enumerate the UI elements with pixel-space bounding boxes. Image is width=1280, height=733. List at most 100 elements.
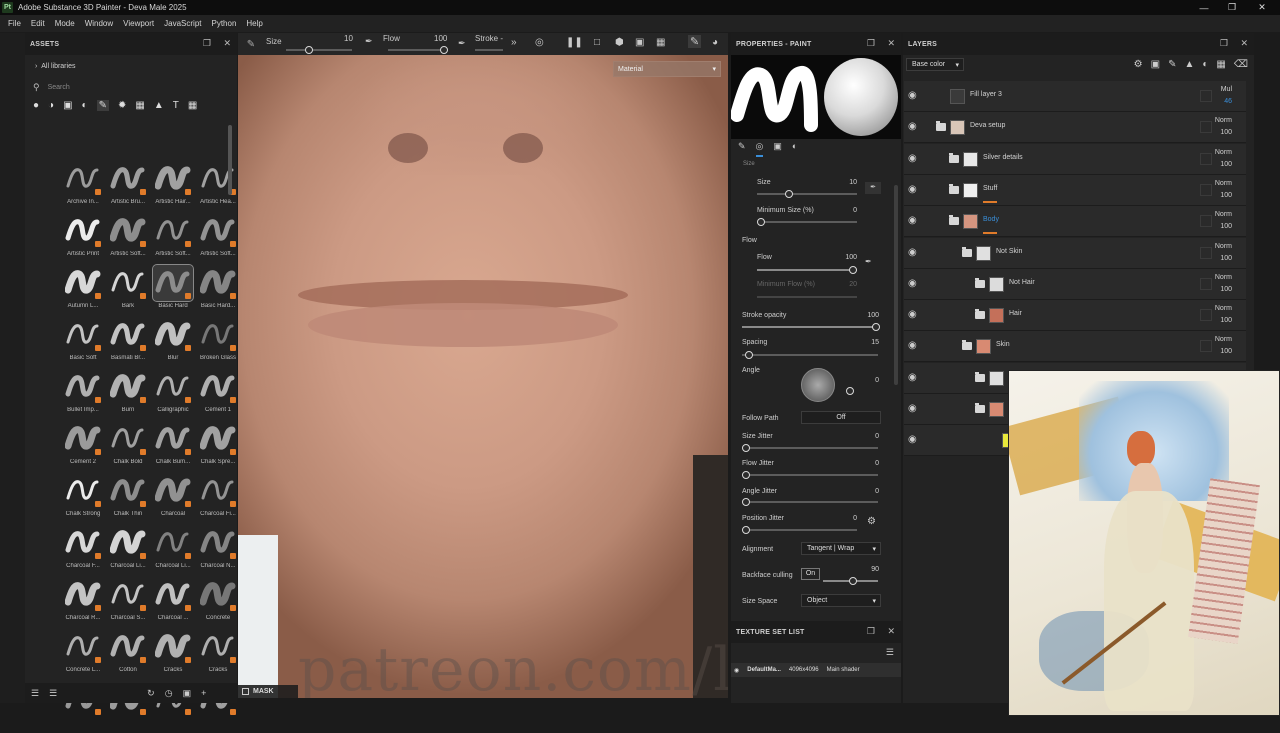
- mask-toggle[interactable]: MASK: [238, 685, 298, 698]
- add-folder-icon[interactable]: ▦: [1216, 59, 1225, 70]
- add-paint-layer-icon[interactable]: ✎: [1168, 59, 1176, 70]
- brush-asset-tile[interactable]: Cotton: [105, 629, 151, 681]
- properties-scrollbar[interactable]: [894, 185, 898, 385]
- layer-mask-slot[interactable]: [1200, 340, 1212, 353]
- brush-filter-icon[interactable]: ✎: [96, 99, 109, 111]
- eye-icon[interactable]: ◉: [908, 278, 920, 290]
- restore-icon[interactable]: ❐: [1216, 0, 1248, 15]
- eye-icon[interactable]: ◉: [908, 340, 920, 352]
- environment-filter-icon[interactable]: ▲: [154, 100, 164, 111]
- layer-mask-slot[interactable]: [1200, 183, 1212, 196]
- flow-slider[interactable]: [388, 49, 448, 51]
- angle-dial[interactable]: [801, 368, 835, 402]
- flow-prop-knob[interactable]: [849, 266, 857, 274]
- position-jitter-knob[interactable]: [742, 526, 750, 534]
- layer-row[interactable]: ◉ Stuff Norm 100: [904, 174, 1246, 206]
- screenshot-icon[interactable]: ◕: [712, 37, 718, 48]
- layer-row[interactable]: ◉ Not Hair Norm 100: [904, 268, 1246, 300]
- folder-icon[interactable]: [949, 183, 959, 194]
- brush-asset-tile[interactable]: Charcoal N...: [195, 525, 241, 577]
- brush-asset-tile[interactable]: Bullet Imp...: [60, 369, 106, 421]
- search-input[interactable]: Search: [48, 84, 70, 91]
- brush-asset-tile[interactable]: Artistic Print: [60, 213, 106, 265]
- add-effect-icon[interactable]: ⚙: [1134, 59, 1143, 70]
- jitter-settings-icon[interactable]: ⚙: [867, 516, 876, 527]
- brush-asset-tile[interactable]: Chalk Spre...: [195, 421, 241, 473]
- brush-asset-tile[interactable]: Burn: [105, 369, 151, 421]
- filter-icon[interactable]: ◐: [82, 100, 88, 111]
- eye-icon[interactable]: ◉: [908, 90, 920, 102]
- libraries-breadcrumb[interactable]: › All libraries: [35, 63, 75, 70]
- brush-asset-tile[interactable]: Cracks: [195, 629, 241, 681]
- folder-icon[interactable]: [936, 121, 946, 132]
- alpha-tab-icon[interactable]: ◎: [755, 141, 764, 157]
- brush-asset-tile[interactable]: Artistic Hair...: [150, 161, 196, 213]
- eye-icon[interactable]: ◉: [908, 184, 920, 196]
- menu-mode[interactable]: Mode: [50, 19, 80, 28]
- smart-material-filter-icon[interactable]: ◑: [48, 100, 54, 111]
- brush-asset-tile[interactable]: Artistic Soft...: [195, 213, 241, 265]
- layer-mask-slot[interactable]: [1200, 90, 1212, 102]
- folder-icon[interactable]: [949, 215, 959, 226]
- close-panel-icon[interactable]: ✕: [887, 39, 895, 48]
- stroke-slider[interactable]: [475, 49, 503, 51]
- eye-icon[interactable]: ◉: [908, 247, 920, 259]
- float-panel-icon[interactable]: ❐: [867, 627, 875, 636]
- folder-icon[interactable]: [975, 309, 985, 320]
- close-window-icon[interactable]: ✕: [1246, 0, 1278, 15]
- import-icon[interactable]: ▣: [183, 688, 192, 699]
- layer-blend[interactable]: Norm 100: [1215, 209, 1232, 233]
- spacing-knob[interactable]: [745, 351, 753, 359]
- layer-row[interactable]: ◉ Fill layer 3 Mul 46: [904, 81, 1246, 112]
- size-jitter-knob[interactable]: [742, 444, 750, 452]
- menu-python[interactable]: Python: [207, 19, 242, 28]
- search-field[interactable]: ⚲ Search: [33, 80, 229, 94]
- folder-icon[interactable]: [949, 152, 959, 163]
- delete-layer-icon[interactable]: ⌫: [1234, 59, 1248, 70]
- eye-icon[interactable]: ◉: [908, 215, 920, 227]
- brush-asset-tile[interactable]: Cement 2: [60, 421, 106, 473]
- size-pen-pressure-icon[interactable]: ✒: [865, 182, 881, 194]
- size-slider-knob[interactable]: [305, 46, 313, 54]
- refresh-icon[interactable]: ↻: [147, 688, 155, 699]
- grid-view-icon[interactable]: ▦: [188, 100, 197, 111]
- menu-viewport[interactable]: Viewport: [118, 19, 159, 28]
- flow-jitter-slider[interactable]: [742, 474, 878, 476]
- stencil-tab-icon[interactable]: ▣: [773, 141, 782, 157]
- layer-blend[interactable]: Mul 46: [1221, 84, 1232, 108]
- mask-filter-icon[interactable]: ▣: [63, 100, 72, 111]
- flow-pressure-icon[interactable]: ✒: [458, 38, 466, 49]
- alignment-dropdown[interactable]: Tangent | Wrap ▾: [801, 542, 881, 555]
- size-space-dropdown[interactable]: Object ▾: [801, 594, 881, 607]
- brush-asset-tile[interactable]: Blur: [150, 317, 196, 369]
- flow-jitter-knob[interactable]: [742, 471, 750, 479]
- min-size-slider[interactable]: [757, 221, 857, 223]
- add-mask-icon[interactable]: ▣: [1151, 59, 1160, 70]
- layer-mask-slot[interactable]: [1200, 121, 1212, 134]
- material-tab-icon[interactable]: ◐: [792, 141, 797, 157]
- eye-icon[interactable]: ◉: [908, 403, 920, 415]
- sort-icon[interactable]: ☰: [49, 688, 57, 699]
- folder-icon[interactable]: [975, 371, 985, 382]
- layer-row[interactable]: ◉ Body Norm 100: [904, 206, 1246, 238]
- pause-icon[interactable]: ❚❚: [566, 37, 583, 48]
- brush-asset-tile[interactable]: Artistic Soft...: [150, 213, 196, 265]
- brush-asset-tile[interactable]: Charcoal Li...: [105, 525, 151, 577]
- size-slider[interactable]: [286, 49, 352, 51]
- add-smart-material-icon[interactable]: ◐: [1202, 59, 1208, 70]
- brush-asset-tile[interactable]: Concrete: [195, 577, 241, 629]
- brush-asset-tile[interactable]: Artistic Soft...: [105, 213, 151, 265]
- menu-javascript[interactable]: JavaScript: [159, 19, 206, 28]
- layer-row[interactable]: ◉ Deva setup Norm 100: [904, 112, 1246, 144]
- brush-asset-tile[interactable]: Charcoal Li...: [150, 525, 196, 577]
- angle-knob[interactable]: [846, 387, 854, 395]
- layer-blend[interactable]: Norm 100: [1215, 241, 1232, 265]
- brush-asset-tile[interactable]: Archive In...: [60, 161, 106, 213]
- brush-asset-tile[interactable]: Charcoal: [150, 473, 196, 525]
- layer-blend[interactable]: Norm 100: [1215, 303, 1232, 327]
- layer-blend[interactable]: Norm 100: [1215, 334, 1232, 358]
- brush-tab-icon[interactable]: ✎: [738, 141, 746, 157]
- layer-mask-slot[interactable]: [1200, 215, 1212, 228]
- layer-row[interactable]: ◉ Skin Norm 100: [904, 331, 1246, 363]
- menu-edit[interactable]: Edit: [26, 19, 50, 28]
